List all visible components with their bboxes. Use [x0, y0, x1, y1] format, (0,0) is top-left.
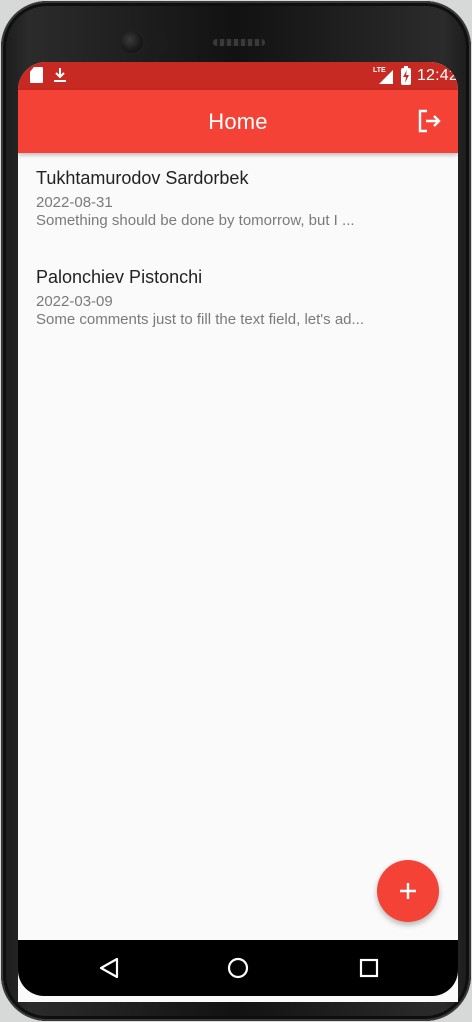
back-triangle-icon	[99, 957, 119, 979]
page-title: Home	[208, 109, 268, 134]
item-date: 2022-03-09	[36, 293, 113, 310]
app-bar: Home	[18, 90, 458, 153]
download-icon	[53, 67, 67, 83]
item-comment: Some comments just to fill the text fiel…	[36, 311, 365, 328]
status-bar: LTE 12:42	[18, 62, 458, 90]
add-button[interactable]	[377, 860, 439, 922]
item-comment: Something should be done by tomorrow, bu…	[36, 212, 355, 229]
item-name: Tukhtamurodov Sardorbek	[36, 168, 249, 188]
plus-icon	[400, 883, 416, 899]
list-item[interactable]: Tukhtamurodov Sardorbek 2022-08-31 Somet…	[18, 153, 458, 252]
system-navigation-bar	[18, 940, 458, 996]
battery-icon	[400, 65, 411, 85]
app-screen: LTE 12:42 Home Tukhtamurodov Sardorbek 2…	[18, 62, 458, 1002]
item-date: 2022-08-31	[36, 194, 113, 211]
list-item[interactable]: Palonchiev Pistonchi 2022-03-09 Some com…	[18, 252, 458, 351]
nav-recents-button[interactable]	[355, 954, 383, 982]
earpiece-speaker	[213, 39, 265, 46]
sim-card-icon	[30, 67, 43, 83]
status-time: 12:42	[416, 67, 458, 84]
proximity-sensor	[155, 31, 167, 53]
nav-home-button[interactable]	[224, 954, 252, 982]
recents-square-icon	[359, 958, 379, 978]
home-circle-icon	[227, 957, 249, 979]
item-name: Palonchiev Pistonchi	[36, 267, 203, 287]
logout-icon	[418, 109, 441, 133]
logout-button[interactable]	[416, 107, 444, 135]
notes-list: Tukhtamurodov Sardorbek 2022-08-31 Somet…	[18, 153, 458, 351]
front-camera	[121, 31, 143, 53]
nav-back-button[interactable]	[96, 954, 124, 982]
lte-signal-icon: LTE	[373, 67, 395, 85]
